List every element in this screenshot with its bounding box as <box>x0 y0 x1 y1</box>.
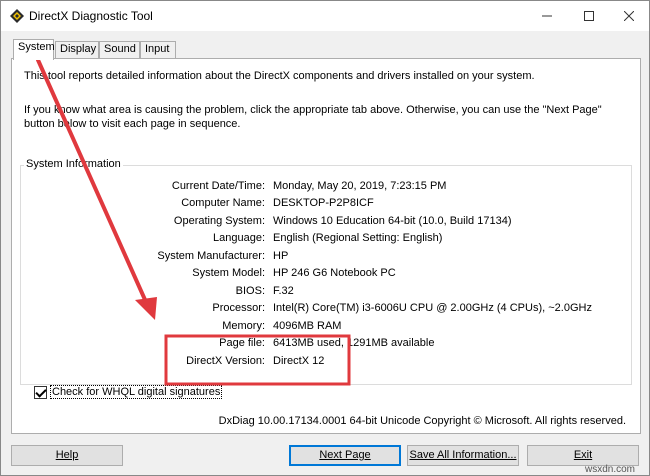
system-information-group: Current Date/Time: Monday, May 20, 2019, … <box>20 165 632 385</box>
help-button[interactable]: Help <box>11 445 123 466</box>
info-row-memory: Memory: 4096MB RAM <box>29 320 629 336</box>
info-row-processor: Processor: Intel(R) Core(TM) i3-6006U CPU… <box>29 302 629 318</box>
intro-text: This tool reports detailed information a… <box>24 70 535 82</box>
info-label: Operating System: <box>173 215 265 227</box>
info-row-date: Current Date/Time: Monday, May 20, 2019, … <box>29 180 629 196</box>
info-value: HP <box>273 250 289 262</box>
info-value: DESKTOP-P2P8ICF <box>273 197 374 209</box>
exit-button[interactable]: Exit <box>527 445 639 466</box>
tab-sound[interactable]: Sound <box>99 41 140 59</box>
save-all-information-button-label: Save All Information... <box>409 449 517 461</box>
info-row-os: Operating System: Windows 10 Education 64… <box>29 215 629 231</box>
tab-sound-label: Sound <box>104 43 136 55</box>
info-row-computer-name: Computer Name: DESKTOP-P2P8ICF <box>29 197 629 213</box>
close-button[interactable] <box>607 1 650 31</box>
tab-display-label: Display <box>60 43 97 55</box>
info-value: Windows 10 Education 64-bit (10.0, Build… <box>273 215 512 227</box>
exit-button-label: Exit <box>573 449 593 461</box>
next-page-button-label: Next Page <box>319 449 371 461</box>
info-row-directx-version: DirectX Version: DirectX 12 <box>29 355 629 371</box>
info-label: Language: <box>213 232 265 244</box>
info-label: BIOS: <box>235 285 265 297</box>
info-value: HP 246 G6 Notebook PC <box>273 267 396 279</box>
info-value: Monday, May 20, 2019, 7:23:15 PM <box>273 180 447 192</box>
dxdiag-window: DirectX Diagnostic Tool System Display S… <box>0 0 650 476</box>
info-row-page-file: Page file: 6413MB used, 1291MB available <box>29 337 629 353</box>
minimize-button[interactable] <box>525 1 569 31</box>
maximize-icon <box>584 11 594 21</box>
info-value: Intel(R) Core(TM) i3-6006U CPU @ 2.00GHz… <box>273 302 592 314</box>
tab-input-label: Input <box>145 43 170 55</box>
group-title: System Information <box>24 158 123 170</box>
directx-app-icon <box>10 9 24 23</box>
tab-system[interactable]: System <box>13 39 55 60</box>
tab-system-label: System <box>18 41 55 53</box>
tab-input[interactable]: Input <box>140 41 176 59</box>
info-label: System Model: <box>192 267 265 279</box>
info-label: Processor: <box>212 302 265 314</box>
title-bar: DirectX Diagnostic Tool <box>1 1 649 31</box>
tab-display[interactable]: Display <box>55 41 99 59</box>
info-value: English (Regional Setting: English) <box>273 232 443 244</box>
help-button-label: Help <box>55 449 79 461</box>
info-row-manufacturer: System Manufacturer: HP <box>29 250 629 266</box>
watermark: wsxdn.com <box>585 464 636 475</box>
next-page-button[interactable]: Next Page <box>289 445 401 466</box>
instructions-text: If you know what area is causing the pro… <box>24 104 602 130</box>
info-label: Page file: <box>219 337 265 349</box>
close-icon <box>624 11 634 21</box>
minimize-icon <box>542 15 552 17</box>
info-value: 6413MB used, 1291MB available <box>273 337 435 349</box>
info-label: Current Date/Time: <box>171 180 265 192</box>
system-tab-panel: This tool reports detailed information a… <box>11 58 641 434</box>
info-label: DirectX Version: <box>186 355 265 367</box>
info-row-language: Language: English (Regional Setting: Engl… <box>29 232 629 248</box>
whql-checkbox[interactable] <box>34 385 47 399</box>
info-value: 4096MB RAM <box>273 320 342 332</box>
whql-checkbox-row[interactable]: Check for WHQL digital signatures <box>34 385 223 399</box>
info-row-model: System Model: HP 246 G6 Notebook PC <box>29 267 629 283</box>
info-value: DirectX 12 <box>273 355 325 367</box>
info-value: F.32 <box>273 285 294 297</box>
info-label: Computer Name: <box>181 197 265 209</box>
info-label: System Manufacturer: <box>157 250 265 262</box>
version-copyright: DxDiag 10.00.17134.0001 64-bit Unicode C… <box>218 415 626 427</box>
window-title: DirectX Diagnostic Tool <box>29 9 153 23</box>
info-row-bios: BIOS: F.32 <box>29 285 629 301</box>
save-all-information-button[interactable]: Save All Information... <box>407 445 519 466</box>
maximize-button[interactable] <box>567 1 611 31</box>
whql-label: Check for WHQL digital signatures <box>50 385 223 399</box>
info-label: Memory: <box>222 320 265 332</box>
